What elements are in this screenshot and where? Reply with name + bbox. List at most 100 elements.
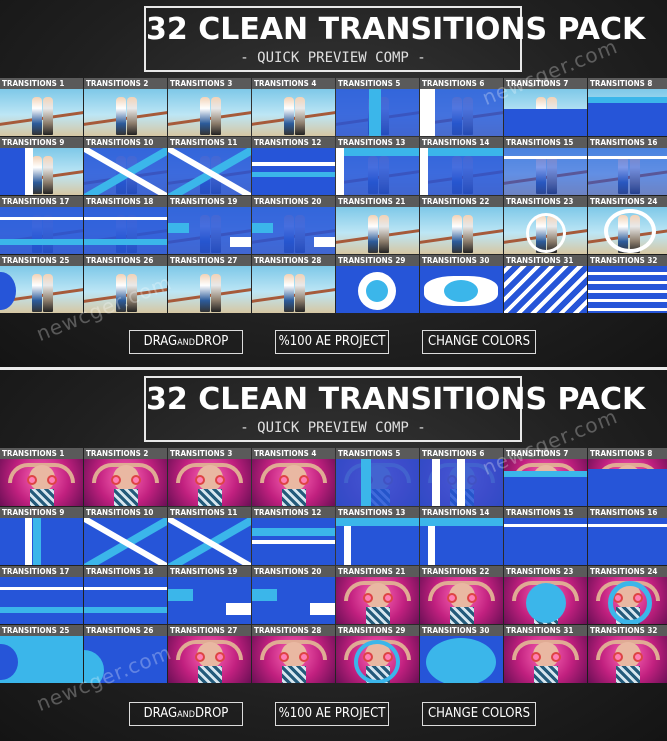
transition-thumbnail[interactable]: TRANSITIONS 8 xyxy=(588,448,667,506)
transition-overlay xyxy=(604,209,656,253)
transition-label: TRANSITIONS 26 xyxy=(84,625,167,636)
transition-thumbnail[interactable]: TRANSITIONS 22 xyxy=(420,196,503,254)
transition-thumbnail[interactable]: TRANSITIONS 21 xyxy=(336,196,419,254)
preview-panel-sky: 32 CLEAN TRANSITIONS PACK - QUICK PREVIE… xyxy=(0,0,667,368)
transition-label: TRANSITIONS 24 xyxy=(588,196,667,207)
sunglasses-lens xyxy=(214,475,225,485)
person-figure xyxy=(127,97,138,135)
transition-thumbnail[interactable]: TRANSITIONS 28 xyxy=(252,625,335,683)
transition-thumbnail[interactable]: TRANSITIONS 20 xyxy=(252,196,335,254)
drag-label: DRAG xyxy=(143,706,178,721)
transition-preview xyxy=(0,636,83,683)
transition-thumbnail[interactable]: TRANSITIONS 25 xyxy=(0,625,83,683)
person-figure xyxy=(31,97,42,135)
drop-label: DROP xyxy=(194,334,229,349)
transition-thumbnail[interactable]: TRANSITIONS 29 xyxy=(336,255,419,313)
transition-thumbnail[interactable]: TRANSITIONS 2 xyxy=(84,78,167,136)
transition-thumbnail[interactable]: TRANSITIONS 28 xyxy=(252,255,335,313)
transition-thumbnail[interactable]: TRANSITIONS 10 xyxy=(84,137,167,195)
transition-thumbnail[interactable]: TRANSITIONS 15 xyxy=(504,507,587,565)
transition-thumbnail[interactable]: TRANSITIONS 11 xyxy=(168,137,251,195)
transition-thumbnail[interactable]: TRANSITIONS 24 xyxy=(588,566,667,624)
transition-thumbnail[interactable]: TRANSITIONS 16 xyxy=(588,137,667,195)
transition-thumbnail[interactable]: TRANSITIONS 16 xyxy=(588,507,667,565)
transition-preview xyxy=(252,89,335,136)
outfit xyxy=(113,489,138,506)
transition-thumbnail[interactable]: TRANSITIONS 2 xyxy=(84,448,167,506)
transition-thumbnail[interactable]: TRANSITIONS 11 xyxy=(168,507,251,565)
drag-and-drop-button[interactable]: DRAGANDDROP xyxy=(129,330,243,354)
transition-thumbnail[interactable]: TRANSITIONS 5 xyxy=(336,78,419,136)
transition-thumbnail[interactable]: TRANSITIONS 27 xyxy=(168,255,251,313)
person-figure xyxy=(451,215,462,253)
transition-thumbnail[interactable]: TRANSITIONS 8 xyxy=(588,78,667,136)
change-colors-button[interactable]: CHANGE COLORS xyxy=(422,330,536,354)
transition-overlay xyxy=(24,148,34,195)
transition-thumbnail[interactable]: TRANSITIONS 10 xyxy=(84,507,167,565)
transition-thumbnail[interactable]: TRANSITIONS 21 xyxy=(336,566,419,624)
transition-thumbnail[interactable]: TRANSITIONS 1 xyxy=(0,448,83,506)
transition-overlay xyxy=(504,266,587,313)
transition-thumbnail[interactable]: TRANSITIONS 18 xyxy=(84,566,167,624)
transition-thumbnail[interactable]: TRANSITIONS 12 xyxy=(252,137,335,195)
transition-thumbnail[interactable]: TRANSITIONS 29 xyxy=(336,625,419,683)
ae-project-button[interactable]: %100 AE PROJECT xyxy=(275,330,389,354)
drag-and-drop-button[interactable]: DRAGANDDROP xyxy=(129,702,243,726)
transition-thumbnail[interactable]: TRANSITIONS 17 xyxy=(0,196,83,254)
transition-overlay xyxy=(0,577,83,624)
outfit xyxy=(281,489,306,506)
transition-thumbnail[interactable]: TRANSITIONS 25 xyxy=(0,255,83,313)
transition-preview xyxy=(0,577,83,624)
transition-thumbnail[interactable]: TRANSITIONS 17 xyxy=(0,566,83,624)
transition-overlay xyxy=(456,459,465,506)
transition-thumbnail[interactable]: TRANSITIONS 14 xyxy=(420,507,503,565)
transition-thumbnail[interactable]: TRANSITIONS 14 xyxy=(420,137,503,195)
transition-thumbnail[interactable]: TRANSITIONS 4 xyxy=(252,448,335,506)
transition-thumbnail[interactable]: TRANSITIONS 32 xyxy=(588,625,667,683)
transition-thumbnail[interactable]: TRANSITIONS 30 xyxy=(420,255,503,313)
transition-thumbnail[interactable]: TRANSITIONS 23 xyxy=(504,196,587,254)
transition-preview xyxy=(504,148,587,195)
transition-thumbnail[interactable]: TRANSITIONS 15 xyxy=(504,137,587,195)
transition-thumbnail[interactable]: TRANSITIONS 18 xyxy=(84,196,167,254)
transition-thumbnail[interactable]: TRANSITIONS 9 xyxy=(0,507,83,565)
transition-thumbnail[interactable]: TRANSITIONS 5 xyxy=(336,448,419,506)
transition-thumbnail[interactable]: TRANSITIONS 24 xyxy=(588,196,667,254)
transition-thumbnail[interactable]: TRANSITIONS 20 xyxy=(252,566,335,624)
transition-thumbnail[interactable]: TRANSITIONS 31 xyxy=(504,625,587,683)
transition-thumbnail[interactable]: TRANSITIONS 12 xyxy=(252,507,335,565)
transition-thumbnail[interactable]: TRANSITIONS 23 xyxy=(504,566,587,624)
transition-thumbnail[interactable]: TRANSITIONS 4 xyxy=(252,78,335,136)
ae-project-button[interactable]: %100 AE PROJECT xyxy=(275,702,389,726)
transition-thumbnail[interactable]: TRANSITIONS 19 xyxy=(168,566,251,624)
transition-thumbnail[interactable]: TRANSITIONS 3 xyxy=(168,448,251,506)
face xyxy=(362,583,393,609)
transition-preview xyxy=(420,266,503,313)
transition-overlay xyxy=(608,581,652,624)
face xyxy=(530,642,561,668)
transition-label: TRANSITIONS 13 xyxy=(336,137,419,148)
transition-preview xyxy=(84,148,167,195)
transition-preview xyxy=(252,207,335,254)
transition-thumbnail[interactable]: TRANSITIONS 22 xyxy=(420,566,503,624)
transition-thumbnail[interactable]: TRANSITIONS 9 xyxy=(0,137,83,195)
transition-preview xyxy=(84,518,167,565)
transition-thumbnail[interactable]: TRANSITIONS 31 xyxy=(504,255,587,313)
transition-thumbnail[interactable]: TRANSITIONS 32 xyxy=(588,255,667,313)
transition-overlay xyxy=(336,148,419,156)
transition-thumbnail[interactable]: TRANSITIONS 19 xyxy=(168,196,251,254)
transition-preview xyxy=(504,266,587,313)
transition-label: TRANSITIONS 1 xyxy=(0,448,83,459)
transition-label: TRANSITIONS 10 xyxy=(84,507,167,518)
transition-thumbnail[interactable]: TRANSITIONS 13 xyxy=(336,137,419,195)
transition-label: TRANSITIONS 2 xyxy=(84,78,167,89)
transition-thumbnail[interactable]: TRANSITIONS 30 xyxy=(420,625,503,683)
transition-thumbnail[interactable]: TRANSITIONS 27 xyxy=(168,625,251,683)
transition-label: TRANSITIONS 28 xyxy=(252,625,335,636)
transition-thumbnail[interactable]: TRANSITIONS 3 xyxy=(168,78,251,136)
sunglasses-lens xyxy=(278,652,289,662)
transition-thumbnail[interactable]: TRANSITIONS 1 xyxy=(0,78,83,136)
transition-thumbnail[interactable]: TRANSITIONS 13 xyxy=(336,507,419,565)
change-colors-button[interactable]: CHANGE COLORS xyxy=(422,702,536,726)
transition-label: TRANSITIONS 17 xyxy=(0,566,83,577)
